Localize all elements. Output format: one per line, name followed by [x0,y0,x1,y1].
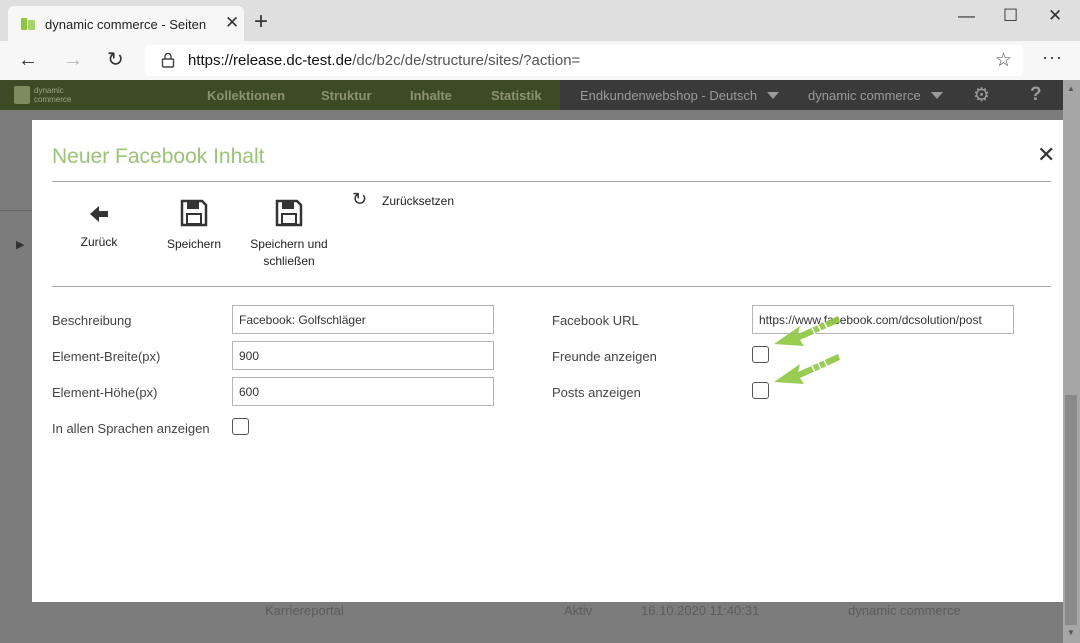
maximize-button[interactable]: ☐ [1003,6,1018,26]
facebook-content-dialog: Neuer Facebook Inhalt ✕ Zurück Speichern… [32,120,1063,602]
logo-line1: dynamic [34,86,64,95]
chevron-down-icon [767,92,780,99]
dialog-title: Neuer Facebook Inhalt [52,145,265,168]
save-icon [180,199,208,227]
nav-struktur[interactable]: Struktur [321,88,372,103]
browser-tab[interactable]: dynamic commerce - Seiten ✕ [8,6,244,41]
refresh-icon[interactable]: ↻ [107,49,124,71]
dc-favicon-icon [21,18,35,30]
save-icon [275,199,303,227]
close-window-button[interactable]: ✕ [1048,6,1062,26]
save-and-close-label-line2: schließen [263,254,315,268]
element-height-label: Element-Höhe(px) [52,385,158,400]
annotation-arrow-icon [774,316,840,346]
back-button-label: Zurück [80,235,118,249]
background-row-date: 16.10.2020 11:40:31 [641,603,760,618]
background-row-name: Karriereportal [265,603,344,618]
url-path: /dc/b2c/de/structure/sites/?action= [352,52,581,69]
background-divider [0,210,32,211]
browser-address-bar: ← → ↻ https://release.dc-test.de/dc/b2c/… [0,41,1080,80]
help-icon[interactable]: ? [1030,84,1042,106]
new-tab-button[interactable]: + [254,10,268,34]
logo-line2: commerce [34,95,72,104]
all-languages-label: In allen Sprachen anzeigen [52,421,210,436]
url-field[interactable]: https://release.dc-test.de/dc/b2c/de/str… [145,45,1023,76]
annotation-arrow-icon [774,354,840,384]
scroll-down-icon[interactable]: ▼ [1067,628,1075,637]
refresh-icon: ↻ [352,189,368,209]
save-and-close-label-line1: Speichern und [250,237,328,251]
reset-label: Zurücksetzen [382,194,455,208]
forward-icon[interactable]: → [63,49,83,71]
description-label: Beschreibung [52,313,132,328]
back-button[interactable]: Zurück [70,203,128,251]
nav-inhalte[interactable]: Inhalte [410,88,452,103]
element-width-label: Element-Breite(px) [52,349,161,364]
shop-select[interactable]: Endkundenwebshop - Deutsch [580,88,780,103]
dialog-divider-bottom [52,286,1051,287]
background-row-company: dynamic commerce [848,603,961,618]
save-button[interactable]: Speichern [160,199,228,253]
chevron-down-icon [930,92,943,99]
gear-icon[interactable]: ⚙ [973,84,990,107]
description-input[interactable] [232,305,494,334]
nav-kollektionen[interactable]: Kollektionen [207,88,285,103]
dc-logo-icon [14,86,30,104]
lock-icon [161,52,175,68]
more-icon[interactable]: ··· [1042,47,1063,68]
nav-statistik[interactable]: Statistik [491,88,542,103]
logo-text: dynamic commerce [34,86,71,104]
element-width-input[interactable] [232,341,494,370]
dialog-close-icon[interactable]: ✕ [1037,144,1055,166]
scroll-up-icon[interactable]: ▲ [1067,84,1075,93]
company-select-value: dynamic commerce [808,88,921,103]
scroll-thumb[interactable] [1065,395,1077,625]
favorite-star-icon[interactable]: ☆ [995,49,1012,72]
company-select[interactable]: dynamic commerce [808,88,943,103]
url-text: https://release.dc-test.de/dc/b2c/de/str… [188,52,580,69]
facebook-url-label: Facebook URL [552,313,639,328]
dialog-divider-top [52,181,1051,182]
tab-close-icon[interactable]: ✕ [225,14,239,31]
arrow-left-icon [90,206,108,222]
show-friends-checkbox[interactable] [752,346,769,363]
show-posts-label: Posts anzeigen [552,385,641,400]
minimize-button[interactable]: — [958,6,975,26]
expand-arrow-icon: ▶ [16,239,25,251]
all-languages-checkbox[interactable] [232,418,249,435]
element-height-input[interactable] [232,377,494,406]
url-host: https://release.dc-test.de [188,52,353,69]
tab-title: dynamic commerce - Seiten [45,17,207,32]
save-and-close-button[interactable]: Speichern und schließen [242,199,336,270]
browser-tab-bar: dynamic commerce - Seiten ✕ + — ☐ ✕ [0,0,1080,41]
background-row-status: Aktiv [564,603,593,618]
shop-select-value: Endkundenwebshop - Deutsch [580,88,758,103]
show-friends-label: Freunde anzeigen [552,349,657,364]
show-posts-checkbox[interactable] [752,382,769,399]
back-icon[interactable]: ← [18,49,38,71]
save-button-label: Speichern [166,237,222,251]
